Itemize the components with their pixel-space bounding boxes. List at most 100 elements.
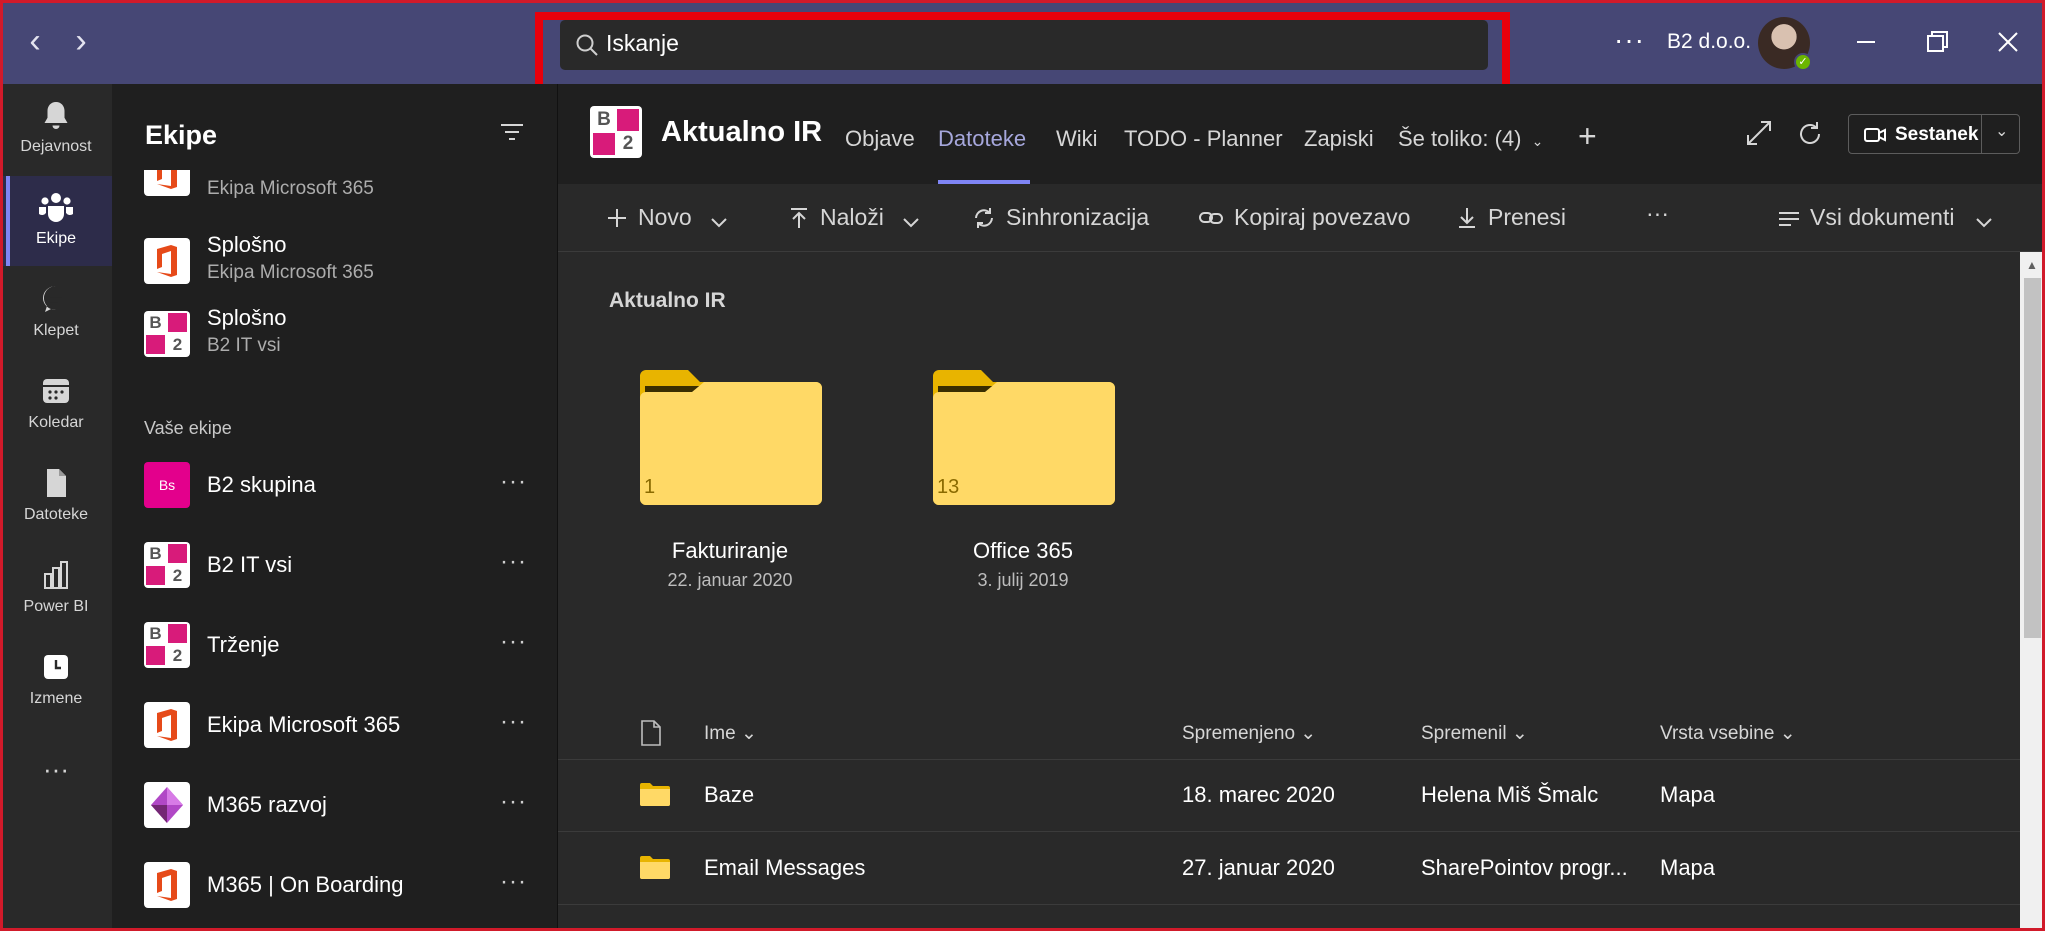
meet-label: Sestanek bbox=[1895, 124, 1979, 145]
expand-icon[interactable] bbox=[1746, 120, 1772, 146]
sync-button[interactable]: Sinhronizacija bbox=[972, 204, 1149, 231]
scroll-up-arrow-icon[interactable]: ▲ bbox=[2026, 258, 2038, 272]
meet-button[interactable]: Sestanek ⌄ bbox=[1848, 114, 2020, 154]
team-more-icon[interactable]: ··· bbox=[500, 788, 527, 816]
column-label: Spremenil bbox=[1421, 723, 1507, 744]
channel-item[interactable]: B 2 Splošno B2 IT vsi bbox=[112, 303, 558, 375]
tab-more-label: Še toliko: (4) bbox=[1398, 126, 1522, 151]
office365-logo bbox=[144, 862, 190, 908]
row-name[interactable]: Email Messages bbox=[704, 855, 865, 881]
chevron-down-icon[interactable]: ⌄ bbox=[1995, 121, 2008, 141]
download-button[interactable]: Prenesi bbox=[1456, 204, 1566, 231]
refresh-icon[interactable] bbox=[1796, 120, 1824, 148]
tab-more[interactable]: Še toliko: (4) ⌄ bbox=[1398, 126, 1543, 152]
row-name[interactable]: Baze bbox=[704, 782, 754, 808]
calendar-icon bbox=[43, 379, 69, 403]
breadcrumb[interactable]: Aktualno IR bbox=[609, 289, 726, 313]
rail-item-activity[interactable]: Dejavnost bbox=[0, 84, 112, 174]
sync-label: Sinhronizacija bbox=[1006, 204, 1150, 230]
tab-planner[interactable]: TODO - Planner bbox=[1124, 126, 1283, 152]
channel-header: B 2 Aktualno IR Objave Datoteke Wiki TOD… bbox=[558, 84, 2045, 184]
column-header-name[interactable]: Ime ⌄ bbox=[704, 722, 757, 745]
channel-item[interactable]: Ekipa Microsoft 365 bbox=[112, 170, 558, 210]
rail-item-calendar[interactable]: Koledar bbox=[0, 360, 112, 450]
team-item[interactable]: Bs B2 skupina ··· bbox=[112, 462, 558, 534]
team-avatar: Bs bbox=[144, 462, 190, 508]
search-highlight-frame bbox=[535, 12, 1510, 92]
column-header-modified[interactable]: Spremenjeno ⌄ bbox=[1182, 722, 1316, 745]
folder-tile[interactable]: 13 Office 365 3. julij 2019 bbox=[913, 370, 1133, 610]
upload-label: Naloži bbox=[820, 204, 884, 230]
team-more-icon[interactable]: ··· bbox=[500, 548, 527, 576]
column-header-content-type[interactable]: Vrsta vsebine ⌄ bbox=[1660, 722, 1796, 745]
team-name: B2 skupina bbox=[207, 472, 316, 497]
vertical-scrollbar[interactable]: ▲ bbox=[2020, 252, 2045, 931]
document-library: Aktualno IR 1 Fakturiranje 22. januar 20… bbox=[558, 252, 2020, 931]
team-more-icon[interactable]: ··· bbox=[500, 628, 527, 656]
new-label: Novo bbox=[638, 204, 692, 230]
folder-tile[interactable]: 1 Fakturiranje 22. januar 2020 bbox=[620, 370, 840, 610]
avatar[interactable]: ✓ bbox=[1758, 17, 1812, 71]
scroll-thumb[interactable] bbox=[2024, 278, 2041, 638]
list-view-icon bbox=[1779, 212, 1799, 226]
add-tab-icon[interactable]: + bbox=[1578, 118, 1597, 155]
table-row[interactable]: Baze 18. marec 2020 Helena Miš Šmalc Map… bbox=[558, 760, 2020, 832]
teams-icon bbox=[39, 193, 73, 222]
rail-more-icon[interactable]: ··· bbox=[0, 754, 112, 785]
folder-name: Office 365 bbox=[973, 538, 1073, 563]
restore-icon[interactable] bbox=[1919, 24, 1955, 60]
chat-icon bbox=[43, 285, 62, 312]
back-arrow-icon[interactable]: ‹ bbox=[20, 24, 50, 58]
tab-files[interactable]: Datoteke bbox=[938, 126, 1026, 152]
team-more-icon[interactable]: ··· bbox=[500, 468, 527, 496]
download-label: Prenesi bbox=[1488, 204, 1566, 230]
view-selector[interactable]: Vsi dokumenti bbox=[1778, 204, 1993, 231]
folder-name: Fakturiranje bbox=[671, 538, 789, 563]
rail-item-chat[interactable]: Klepet bbox=[0, 268, 112, 358]
row-modified-by: SharePointov progr... bbox=[1421, 855, 1628, 880]
close-icon[interactable] bbox=[1990, 24, 2026, 60]
rail-item-powerbi[interactable]: Power BI bbox=[0, 544, 112, 634]
rail-label: Dejavnost bbox=[20, 138, 92, 155]
rail-item-teams[interactable]: Ekipe bbox=[0, 176, 112, 266]
new-button[interactable]: Novo bbox=[606, 204, 728, 231]
upload-button[interactable]: Naloži bbox=[788, 204, 920, 231]
panel-title: Ekipe bbox=[145, 120, 218, 150]
team-item[interactable]: B 2 B2 IT vsi ··· bbox=[112, 542, 558, 614]
more-commands-icon[interactable]: ··· bbox=[1646, 200, 1669, 227]
rail-item-files[interactable]: Datoteke bbox=[0, 452, 112, 542]
b2-logo: B 2 bbox=[144, 622, 190, 668]
column-label: Ime bbox=[704, 723, 736, 744]
folder-icon bbox=[640, 856, 670, 879]
filter-icon[interactable] bbox=[500, 122, 524, 142]
chevron-down-icon bbox=[1976, 218, 1992, 228]
channel-item[interactable]: Splošno Ekipa Microsoft 365 bbox=[112, 230, 558, 302]
forward-arrow-icon[interactable]: › bbox=[66, 24, 96, 58]
minimize-icon[interactable] bbox=[1848, 24, 1884, 60]
chevron-down-icon bbox=[903, 218, 920, 228]
office365-logo bbox=[144, 238, 190, 284]
rail-label: Klepet bbox=[33, 322, 79, 339]
button-divider bbox=[1981, 115, 1982, 153]
team-more-icon[interactable]: ··· bbox=[500, 868, 527, 896]
more-options-icon[interactable]: ··· bbox=[1614, 26, 1645, 54]
app-rail: Dejavnost Ekipe Klepet Koledar Datoteke … bbox=[0, 84, 112, 931]
tab-notes[interactable]: Zapiski bbox=[1304, 126, 1374, 152]
team-item[interactable]: Ekipa Microsoft 365 ··· bbox=[112, 702, 558, 774]
copy-link-button[interactable]: Kopiraj povezavo bbox=[1198, 204, 1410, 231]
rail-item-shifts[interactable]: Izmene bbox=[0, 636, 112, 726]
team-more-icon[interactable]: ··· bbox=[500, 708, 527, 736]
link-icon bbox=[1199, 212, 1223, 224]
tab-posts[interactable]: Objave bbox=[845, 126, 915, 152]
team-item[interactable]: M365 | On Boarding ··· bbox=[112, 862, 558, 931]
office365-logo bbox=[144, 702, 190, 748]
command-bar: Novo Naloži Sinhronizacija Kopiraj povez… bbox=[558, 184, 2045, 252]
rail-label: Izmene bbox=[29, 690, 83, 707]
table-row[interactable]: Email Messages 27. januar 2020 SharePoin… bbox=[558, 833, 2020, 905]
org-name[interactable]: B2 d.o.o. bbox=[1667, 30, 1751, 54]
team-item[interactable]: M365 razvoj ··· bbox=[112, 782, 558, 854]
tab-wiki[interactable]: Wiki bbox=[1056, 126, 1098, 152]
rail-label: Datoteke bbox=[23, 506, 89, 523]
team-item[interactable]: B 2 Trženje ··· bbox=[112, 622, 558, 694]
column-header-modified-by[interactable]: Spremenil ⌄ bbox=[1421, 722, 1528, 745]
